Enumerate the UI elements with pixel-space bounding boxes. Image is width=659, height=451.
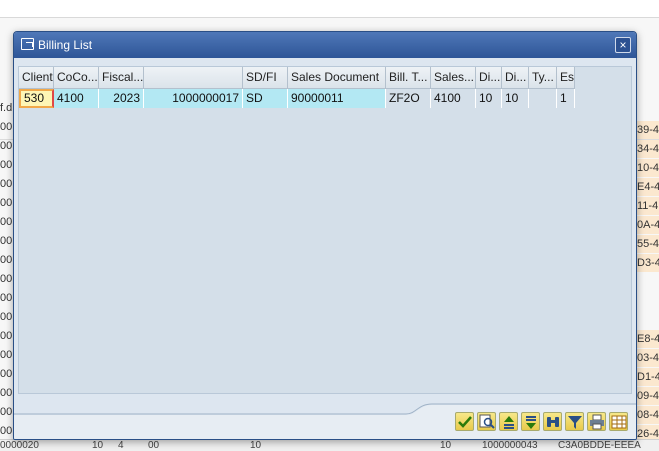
background-right-cell [636, 292, 659, 310]
background-right-cell: D1-4 [636, 368, 659, 386]
background-right-cell: 10-4 [636, 159, 659, 177]
column-header-document-number[interactable] [144, 67, 243, 89]
layout-button[interactable] [609, 412, 628, 431]
background-left-cell: 00 [0, 349, 13, 361]
background-bottom-cell: 0000020 [0, 440, 39, 451]
cell-sales-org[interactable]: 4100 [431, 89, 476, 108]
details-button[interactable] [477, 412, 496, 431]
cell-sd-fi[interactable]: SD [243, 89, 288, 108]
column-header-sd-fi[interactable]: SD/FI [243, 67, 288, 89]
filter-icon [568, 416, 582, 429]
cell-es[interactable]: 1 [557, 89, 575, 108]
billing-list-dialog: Billing List × Client CoCo... Fiscal... … [13, 31, 637, 440]
background-left-cell: 00 [0, 197, 13, 209]
background-right-cell: E8-4 [636, 330, 659, 348]
cell-fiscal-year[interactable]: 2023 [99, 89, 144, 108]
background-right-cell: D3-4 [636, 254, 659, 272]
background-right-cell: 34-4 [636, 140, 659, 158]
background-left-cell: 00 [0, 140, 13, 152]
background-bottom-cell: 1000000043 [482, 440, 538, 451]
background-bottom-cell: 4 [118, 440, 124, 451]
background-right-cell: 09-4 [636, 387, 659, 405]
background-bottom-cell: 10 [92, 440, 104, 451]
background-left-cell: 00 [0, 216, 13, 228]
cell-sales-document[interactable]: 90000011 [288, 89, 386, 108]
background-left-cell: 00 [0, 254, 13, 266]
background-left-cell: 00 [0, 178, 13, 190]
background-bottom-cell: 00 [148, 440, 160, 451]
binoculars-icon [547, 417, 559, 427]
background-left-cell: 00 [0, 387, 13, 399]
dialog-title: Billing List [38, 38, 93, 52]
background-right-cell: 39-4 [636, 121, 659, 139]
background-left-cell: 00 [0, 368, 13, 380]
background-right-cell: 08-4 [636, 406, 659, 424]
background-left-cell: 00 [0, 273, 13, 285]
background-left-cell: f.d [0, 102, 13, 114]
background-right-cell: E4-4 [636, 178, 659, 196]
column-header-billing-type[interactable]: Bill. T... [386, 67, 431, 89]
background-bottom-cell: 10 [440, 440, 452, 451]
column-header-distribution[interactable]: Di... [476, 67, 502, 89]
column-header-company-code[interactable]: CoCo... [54, 67, 99, 89]
filter-button[interactable] [565, 412, 584, 431]
column-header-es[interactable]: Es [557, 67, 575, 89]
cell-client[interactable]: 530 [19, 89, 54, 108]
printer-icon [590, 414, 604, 430]
background-left-cell: 00 [0, 406, 13, 418]
cell-document-number[interactable]: 1000000017 [144, 89, 243, 108]
column-header-division[interactable]: Di... [502, 67, 529, 89]
continue-button[interactable] [455, 412, 474, 431]
column-header-sales-org[interactable]: Sales... [431, 67, 476, 89]
column-header-type[interactable]: Ty... [529, 67, 557, 89]
background-left-cell: 00 [0, 235, 13, 247]
sort-descending-button[interactable] [521, 412, 540, 431]
checkmark-icon [458, 416, 472, 428]
background-right-cell: 0A-4 [636, 216, 659, 234]
cell-division[interactable]: 10 [502, 89, 529, 108]
dialog-title-bar[interactable]: Billing List × [14, 32, 636, 58]
magnifier-icon [479, 414, 495, 429]
print-button[interactable] [587, 412, 606, 431]
background-bottom-row: 0000020 10 4 00 10 10 1000000043 C3A0BDD… [0, 439, 659, 451]
table-grid-icon [611, 415, 627, 429]
billing-list-grid: Client CoCo... Fiscal... SD/FI Sales Doc… [18, 66, 632, 394]
background-left-cell: 00 [0, 311, 13, 323]
close-button[interactable]: × [615, 37, 631, 53]
find-button[interactable] [543, 412, 562, 431]
background-right-cell [636, 311, 659, 329]
cell-distribution[interactable]: 10 [476, 89, 502, 108]
sort-ascending-icon [504, 416, 514, 429]
background-left-cell: 00 [0, 121, 13, 133]
background-left-cell: 00 [0, 292, 13, 304]
cell-type[interactable] [529, 89, 557, 108]
background-top-bar [0, 0, 659, 18]
background-left-cell: 00 [0, 159, 13, 171]
column-header-sales-document[interactable]: Sales Document [288, 67, 386, 89]
window-icon [21, 38, 34, 50]
background-right-cell: 11-4 [636, 197, 659, 215]
background-bottom-cell: 10 [250, 440, 262, 451]
cell-billing-type[interactable]: ZF2O [386, 89, 431, 108]
background-left-cell: 00 [0, 330, 13, 342]
background-right-cell: 03-4 [636, 349, 659, 367]
column-header-fiscal-year[interactable]: Fiscal... [99, 67, 144, 89]
sort-descending-icon [526, 416, 536, 429]
cell-company-code[interactable]: 4100 [54, 89, 99, 108]
background-bottom-cell: C3A0BDDE-EEEA [558, 440, 641, 451]
background-right-cell [636, 273, 659, 291]
background-right-cell: 55-4 [636, 235, 659, 253]
sort-ascending-button[interactable] [499, 412, 518, 431]
column-header-client[interactable]: Client [19, 67, 54, 89]
